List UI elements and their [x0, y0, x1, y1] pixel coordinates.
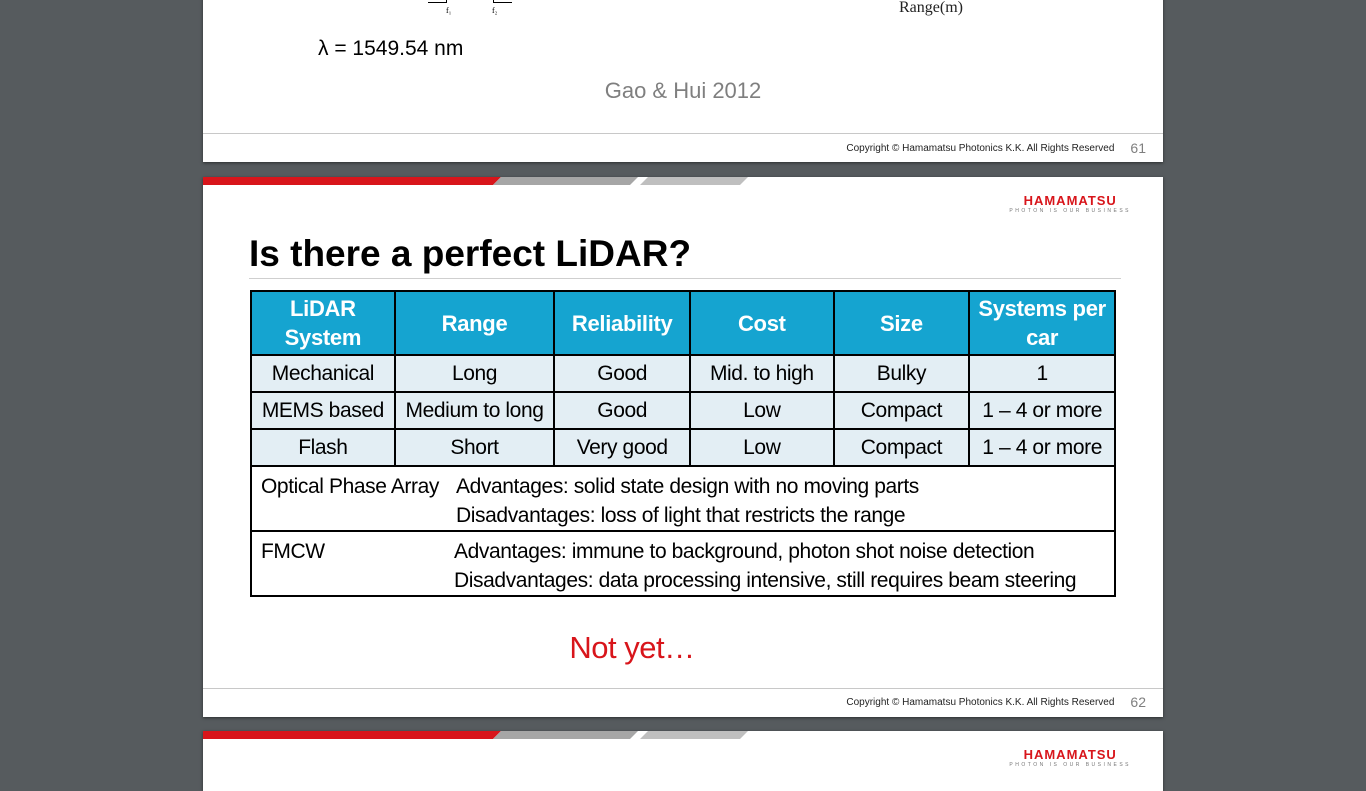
table-cell: 1 [968, 354, 1116, 393]
wavelength-text: λ = 1549.54 nm [318, 37, 464, 60]
header-stripe-gray [493, 177, 638, 185]
table-cell: Good [553, 391, 692, 430]
table-row: Flash Short Very good Low Compact 1 – 4 … [250, 428, 1116, 467]
header-stripe-light-gray [640, 177, 748, 185]
note-description: Advantages: solid state design with no m… [456, 472, 919, 530]
page-number: 62 [1130, 694, 1146, 710]
table-cell: Low [689, 391, 835, 430]
header-stripe-red [203, 177, 501, 185]
hamamatsu-logo: HAMAMATSU PHOTON IS OUR BUSINESS [1009, 748, 1131, 769]
table-cell: Medium to long [393, 391, 556, 430]
logo-wordmark: HAMAMATSU [1023, 747, 1117, 762]
table-cell: Good [553, 354, 692, 393]
title-divider [249, 278, 1121, 279]
table-note-row: Optical Phase Array Advantages: solid st… [250, 465, 1116, 532]
figure-axis-fragment [303, 0, 433, 5]
logo-wordmark: HAMAMATSU [1023, 193, 1117, 208]
slide-61: f₁ f₂ Range(m) λ = 1549.54 nm Gao & Hui … [203, 0, 1163, 162]
table-cell: Very good [553, 428, 692, 467]
table-note-cell: FMCW Advantages: immune to background, p… [250, 530, 1116, 597]
slide-title: Is there a perfect LiDAR? [249, 233, 692, 274]
table-header-cell: Range [393, 290, 556, 356]
table-cell: Short [393, 428, 556, 467]
table-header-row: LiDAR System Range Reliability Cost Size… [250, 290, 1116, 356]
table-header-cell: LiDAR System [250, 290, 396, 356]
table-cell: 1 – 4 or more [968, 391, 1116, 430]
figure-f2-label: f₂ [492, 6, 498, 15]
table-cell: Long [393, 354, 556, 393]
table-header-cell: Cost [689, 290, 835, 356]
hamamatsu-logo: HAMAMATSU PHOTON IS OUR BUSINESS [1009, 194, 1131, 215]
footer-divider [203, 688, 1163, 689]
table-header-cell: Size [832, 290, 971, 356]
note-system-name: FMCW [261, 540, 325, 563]
table-cell: Mid. to high [689, 354, 835, 393]
table-cell: Flash [250, 428, 396, 467]
conclusion-text: Not yet… [569, 630, 695, 665]
table-cell: Compact [832, 428, 971, 467]
figure-range-axis-label: Range(m) [899, 0, 963, 16]
table-note-cell: Optical Phase Array Advantages: solid st… [250, 465, 1116, 532]
note-disadvantages: Disadvantages: data processing intensive… [454, 569, 1077, 592]
note-system-name: Optical Phase Array [261, 475, 439, 498]
copyright-text: Copyright © Hamamatsu Photonics K.K. All… [846, 696, 1115, 708]
footer-divider [203, 133, 1163, 134]
note-disadvantages: Disadvantages: loss of light that restri… [456, 504, 906, 527]
copyright-text: Copyright © Hamamatsu Photonics K.K. All… [846, 142, 1115, 154]
table-cell: MEMS based [250, 391, 396, 430]
header-stripe-red [203, 731, 501, 739]
table-cell: 1 – 4 or more [968, 428, 1116, 467]
table-row: MEMS based Medium to long Good Low Compa… [250, 391, 1116, 430]
table-row: Mechanical Long Good Mid. to high Bulky … [250, 354, 1116, 393]
table-cell: Mechanical [250, 354, 396, 393]
logo-tagline: PHOTON IS OUR BUSINESS [1009, 208, 1131, 214]
header-stripe-gray [493, 731, 638, 739]
figure-f2-bracket [493, 0, 512, 3]
table-cell: Compact [832, 391, 971, 430]
table-cell: Bulky [832, 354, 971, 393]
note-advantages: Advantages: solid state design with no m… [456, 475, 919, 498]
table-cell: Low [689, 428, 835, 467]
figure-f1-label: f₁ [446, 6, 452, 15]
figure-f1-bracket [428, 0, 447, 3]
note-advantages: Advantages: immune to background, photon… [454, 540, 1035, 563]
slide-63: HAMAMATSU PHOTON IS OUR BUSINESS [203, 731, 1163, 791]
table-header-cell: Systems per car [968, 290, 1116, 356]
table-note-row: FMCW Advantages: immune to background, p… [250, 530, 1116, 597]
lidar-comparison-table: LiDAR System Range Reliability Cost Size… [250, 290, 1116, 597]
citation-text: Gao & Hui 2012 [604, 78, 762, 103]
slide-footer: Copyright © Hamamatsu Photonics K.K. All… [846, 694, 1146, 710]
note-description: Advantages: immune to background, photon… [454, 537, 1077, 595]
table-header-cell: Reliability [553, 290, 692, 356]
page-number: 61 [1130, 140, 1146, 156]
slide-62: HAMAMATSU PHOTON IS OUR BUSINESS Is ther… [203, 177, 1163, 717]
header-stripe-light-gray [640, 731, 748, 739]
slide-footer: Copyright © Hamamatsu Photonics K.K. All… [846, 140, 1146, 156]
